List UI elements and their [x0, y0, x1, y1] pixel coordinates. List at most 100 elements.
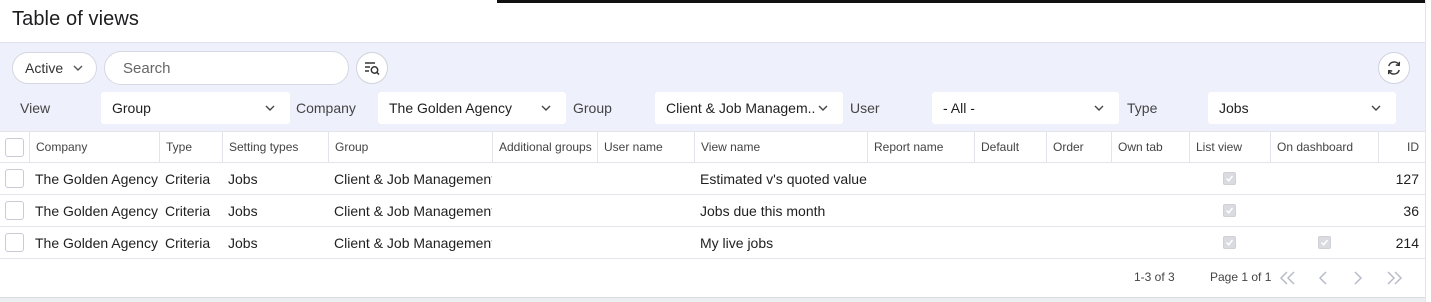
first-page-button[interactable] [1277, 268, 1299, 288]
cell-default [974, 195, 1046, 226]
cell-report-name [867, 195, 974, 226]
last-page-icon [1387, 271, 1403, 285]
column-header-setting-types[interactable]: Setting types [222, 132, 328, 162]
column-header-type[interactable]: Type [159, 132, 222, 162]
cell-id: 214 [1395, 234, 1419, 251]
check-icon [1225, 207, 1234, 214]
view-filter-select[interactable]: Group [101, 92, 290, 124]
title-bar: Table of views [0, 0, 1425, 42]
column-header-user-name[interactable]: User name [597, 132, 694, 162]
next-page-button[interactable] [1347, 268, 1369, 288]
cell-own-tab [1111, 163, 1189, 194]
type-filter-label: Type [1127, 100, 1158, 116]
column-header-default[interactable]: Default [974, 132, 1046, 162]
type-filter-select[interactable]: Jobs [1208, 92, 1396, 124]
right-edge-strip [1425, 0, 1431, 302]
cell-setting-types: Jobs [228, 170, 258, 187]
cell-own-tab [1111, 227, 1189, 258]
previous-page-button[interactable] [1312, 268, 1334, 288]
bottom-edge [0, 297, 1431, 302]
cell-on-dashboard [1270, 195, 1378, 226]
views-table: Company Type Setting types Group Additio… [0, 131, 1425, 259]
check-icon [1225, 175, 1234, 182]
column-header-id[interactable]: ID [1378, 132, 1425, 162]
refresh-button[interactable] [1378, 52, 1410, 84]
select-all-cell [0, 132, 29, 162]
cell-additional-groups [492, 163, 597, 194]
column-header-report-name[interactable]: Report name [867, 132, 974, 162]
cell-group: Client & Job Management [334, 234, 492, 251]
cell-group: Client & Job Management [334, 170, 492, 187]
row-checkbox[interactable] [5, 201, 24, 220]
cell-report-name [867, 163, 974, 194]
cell-list-view [1189, 227, 1270, 258]
cell-id: 127 [1395, 170, 1419, 187]
chevron-down-icon [541, 105, 551, 111]
cell-group: Client & Job Management [334, 202, 492, 219]
company-filter-value: The Golden Agency [389, 100, 512, 116]
row-checkbox[interactable] [5, 169, 24, 188]
chevron-down-icon [73, 65, 83, 71]
row-select-cell [0, 163, 29, 194]
user-filter-select[interactable]: - All - [932, 92, 1119, 124]
column-header-on-dashboard[interactable]: On dashboard [1270, 132, 1378, 162]
row-checkbox[interactable] [5, 233, 24, 252]
list-search-icon [365, 62, 380, 76]
refresh-icon [1387, 61, 1401, 75]
table-row[interactable]: The Golden Agency Criteria Jobs Client &… [0, 227, 1425, 259]
cell-own-tab [1111, 195, 1189, 226]
cell-setting-types: Jobs [228, 202, 258, 219]
next-page-icon [1354, 271, 1363, 285]
list-view-checkbox [1223, 172, 1236, 185]
previous-page-icon [1318, 271, 1327, 285]
row-select-cell [0, 227, 29, 258]
chevron-down-icon [265, 105, 275, 111]
check-icon [1320, 239, 1328, 246]
column-header-company[interactable]: Company [29, 132, 159, 162]
chevron-down-icon [1094, 105, 1104, 111]
group-filter-value: Client & Job Managem... [666, 100, 816, 116]
company-filter-label: Company [296, 100, 356, 116]
advanced-search-button[interactable] [356, 52, 388, 84]
user-filter-value: - All - [943, 100, 975, 116]
first-page-icon [1279, 271, 1295, 285]
table-footer: 1-3 of 3 Page 1 of 1 [0, 259, 1425, 297]
cell-setting-types: Jobs [228, 234, 258, 251]
status-filter-dropdown[interactable]: Active [12, 52, 97, 84]
cell-company: The Golden Agency [35, 170, 158, 187]
group-filter-select[interactable]: Client & Job Managem... [655, 92, 843, 124]
cell-view-name: Estimated v's quoted value [700, 170, 867, 187]
last-page-button[interactable] [1383, 268, 1405, 288]
cell-type: Criteria [165, 170, 211, 187]
view-filter-label: View [20, 100, 51, 116]
company-filter-select[interactable]: The Golden Agency [378, 92, 566, 124]
record-range: 1-3 of 3 [1134, 270, 1175, 284]
top-accent-line [497, 0, 1431, 3]
cell-type: Criteria [165, 234, 211, 251]
cell-view-name: My live jobs [700, 234, 774, 251]
column-header-view-name[interactable]: View name [694, 132, 867, 162]
column-header-additional-groups[interactable]: Additional groups [492, 132, 597, 162]
table-row[interactable]: The Golden Agency Criteria Jobs Client &… [0, 195, 1425, 227]
search-input[interactable] [104, 51, 349, 85]
table-header-row: Company Type Setting types Group Additio… [0, 131, 1425, 163]
cell-type: Criteria [165, 202, 211, 219]
column-header-group[interactable]: Group [328, 132, 492, 162]
row-select-cell [0, 195, 29, 226]
table-row[interactable]: The Golden Agency Criteria Jobs Client &… [0, 163, 1425, 195]
cell-user-name [597, 163, 694, 194]
column-header-own-tab[interactable]: Own tab [1111, 132, 1189, 162]
cell-list-view [1189, 163, 1270, 194]
column-header-order[interactable]: Order [1046, 132, 1111, 162]
cell-default [974, 163, 1046, 194]
cell-additional-groups [492, 227, 597, 258]
column-header-list-view[interactable]: List view [1189, 132, 1270, 162]
group-filter-label: Group [573, 100, 612, 116]
cell-order [1046, 195, 1111, 226]
list-view-checkbox [1223, 236, 1236, 249]
page-title: Table of views [12, 8, 140, 30]
view-filter-value: Group [112, 100, 151, 116]
cell-default [974, 227, 1046, 258]
select-all-checkbox[interactable] [5, 137, 24, 157]
status-filter-value: Active [25, 60, 64, 76]
